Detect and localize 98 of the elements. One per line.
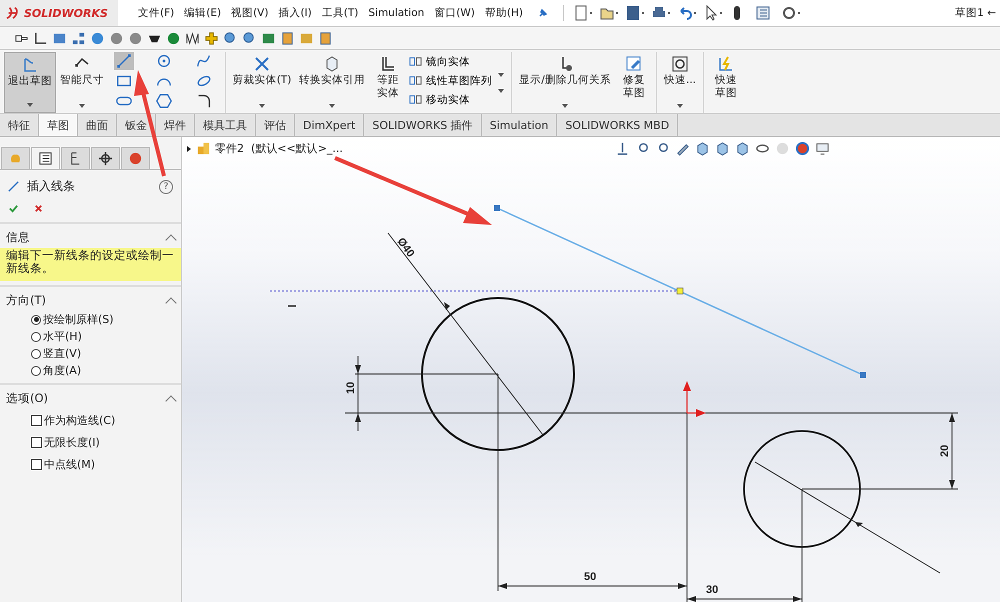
section-heading: 选项(O): [6, 391, 48, 406]
section-heading: 信息: [6, 230, 30, 245]
option-label: 竖直(V): [43, 346, 82, 361]
menu-item[interactable]: 编辑(E): [184, 6, 222, 20]
dropdown-arrow-icon[interactable]: [562, 104, 568, 108]
two-squares-icon: [409, 55, 422, 68]
command-tab[interactable]: SOLIDWORKS MBD: [557, 114, 678, 136]
menu-item[interactable]: 插入(I): [278, 6, 312, 20]
option-label: 作为构造线(C): [44, 412, 116, 428]
menu-item[interactable]: 工具(T): [322, 6, 358, 20]
dropdown-arrow-icon[interactable]: [79, 104, 85, 108]
two-squares-icon: [409, 93, 422, 106]
convert-entities-button[interactable]: 转换实体引用: [295, 52, 369, 113]
rapid-sketch-button[interactable]: 快速草图: [707, 52, 745, 113]
dash-mark: [288, 305, 296, 307]
menu-item[interactable]: 视图(V): [231, 6, 268, 20]
radio-button[interactable]: [31, 314, 41, 324]
zigzag-icon[interactable]: [185, 30, 200, 46]
close-icon[interactable]: [33, 203, 44, 214]
cube-icon[interactable]: [695, 141, 710, 156]
repair-sketch-button[interactable]: 修复草图: [615, 52, 653, 113]
target-icon: [670, 54, 690, 74]
option-label: 按绘制原样(S): [43, 312, 114, 327]
exit-sketch-button[interactable]: 退出草图: [4, 52, 56, 113]
angle-icon[interactable]: [33, 30, 48, 46]
app-logo: SOLIDWORKS: [24, 6, 108, 20]
sketch-circle[interactable]: [743, 430, 861, 548]
command-tab[interactable]: Simulation: [482, 114, 558, 136]
sketch-tool-item[interactable]: 移动实体: [407, 90, 494, 109]
dimension-text[interactable]: 10: [345, 382, 357, 394]
ball-icon: [128, 151, 143, 166]
command-tab[interactable]: 钣金: [117, 114, 156, 136]
dimension-text[interactable]: Ø40: [394, 236, 416, 260]
pencil-icon[interactable]: [675, 141, 690, 156]
globe-icon[interactable]: [90, 30, 105, 46]
crosshair-tab[interactable]: [91, 147, 120, 169]
command-tab[interactable]: 曲面: [78, 114, 117, 136]
expand-icon[interactable]: [186, 144, 192, 152]
dropdown-arrow-icon[interactable]: [498, 72, 504, 76]
option-label: 水平(H): [43, 329, 82, 344]
command-tab[interactable]: DimXpert: [295, 114, 364, 136]
line-tool-icon[interactable]: [114, 52, 134, 70]
dropdown-arrow-icon[interactable]: [27, 103, 33, 107]
radio-button[interactable]: [31, 366, 41, 376]
cube-icon[interactable]: [735, 141, 750, 156]
cross-icon[interactable]: [204, 30, 219, 46]
document-title: 草图1 ←: [955, 6, 997, 20]
tree-tab[interactable]: [61, 147, 90, 169]
relations-button[interactable]: 显示/删除几何关系: [515, 52, 615, 113]
section-heading: 方向(T): [6, 293, 46, 308]
checkbox[interactable]: [31, 436, 42, 448]
dropdown-arrow-icon[interactable]: [498, 88, 504, 92]
dimension-text[interactable]: 50: [584, 571, 596, 583]
offset-entities-button[interactable]: 等距实体: [369, 52, 407, 113]
checkbox[interactable]: [31, 414, 42, 426]
checkbox[interactable]: [31, 458, 42, 470]
list-tab[interactable]: [31, 147, 60, 169]
part-icon: [196, 141, 211, 156]
option-label: 中点线(M): [44, 456, 96, 472]
origin-icon: [683, 381, 706, 417]
dimension-text[interactable]: 30: [706, 584, 718, 596]
menu-item[interactable]: 窗口(W): [434, 6, 475, 20]
cube-icon[interactable]: [715, 141, 730, 156]
tree-item[interactable]: 零件2 (默认<<默认>_...: [215, 141, 343, 156]
line-icon: [6, 179, 21, 194]
sketch-tool-item[interactable]: 线性草图阵列: [407, 71, 494, 90]
menu-item[interactable]: 帮助(H): [484, 6, 523, 20]
command-tab[interactable]: 草图: [39, 114, 78, 136]
list-icon: [38, 151, 53, 166]
trim-entities-button[interactable]: 剪裁实体(T): [229, 52, 295, 113]
dropdown-arrow-icon[interactable]: [677, 104, 683, 108]
crosshair-icon: [98, 151, 113, 166]
menu-item[interactable]: 文件(F): [138, 6, 174, 20]
sketch-tool-item[interactable]: 镜向实体: [407, 52, 494, 71]
dimension-text[interactable]: 20: [939, 444, 951, 457]
smart-dimension-button[interactable]: 智能尺寸: [56, 52, 108, 113]
info-message: 编辑下一新线条的设定或绘制一新线条。: [0, 248, 181, 281]
help-button[interactable]: ?: [159, 180, 173, 194]
option-label: 角度(A): [43, 363, 82, 378]
ok-icon[interactable]: [8, 203, 19, 214]
network-icon[interactable]: [71, 30, 86, 46]
polygon-tool-icon[interactable]: [154, 92, 174, 110]
dropdown-arrow-icon[interactable]: [329, 104, 335, 108]
command-tab[interactable]: 模具工具: [195, 114, 256, 136]
command-tab[interactable]: 焊件: [156, 114, 195, 136]
monitor-icon[interactable]: [815, 141, 830, 156]
sketch-circle[interactable]: [421, 297, 575, 451]
menu-item[interactable]: Simulation: [368, 7, 424, 19]
command-tab[interactable]: 评估: [256, 114, 295, 136]
panel-title: 插入线条: [27, 178, 75, 195]
axis-icon[interactable]: [615, 141, 630, 156]
dropdown-arrow-icon[interactable]: [259, 104, 265, 108]
radio-button[interactable]: [31, 348, 41, 358]
quick-snaps-button[interactable]: 快速...: [660, 52, 700, 113]
command-tab[interactable]: SOLIDWORKS 插件: [364, 114, 482, 136]
radio-button[interactable]: [31, 332, 41, 342]
option-label: 无限长度(I): [44, 434, 100, 450]
two-squares-icon: [409, 74, 422, 87]
